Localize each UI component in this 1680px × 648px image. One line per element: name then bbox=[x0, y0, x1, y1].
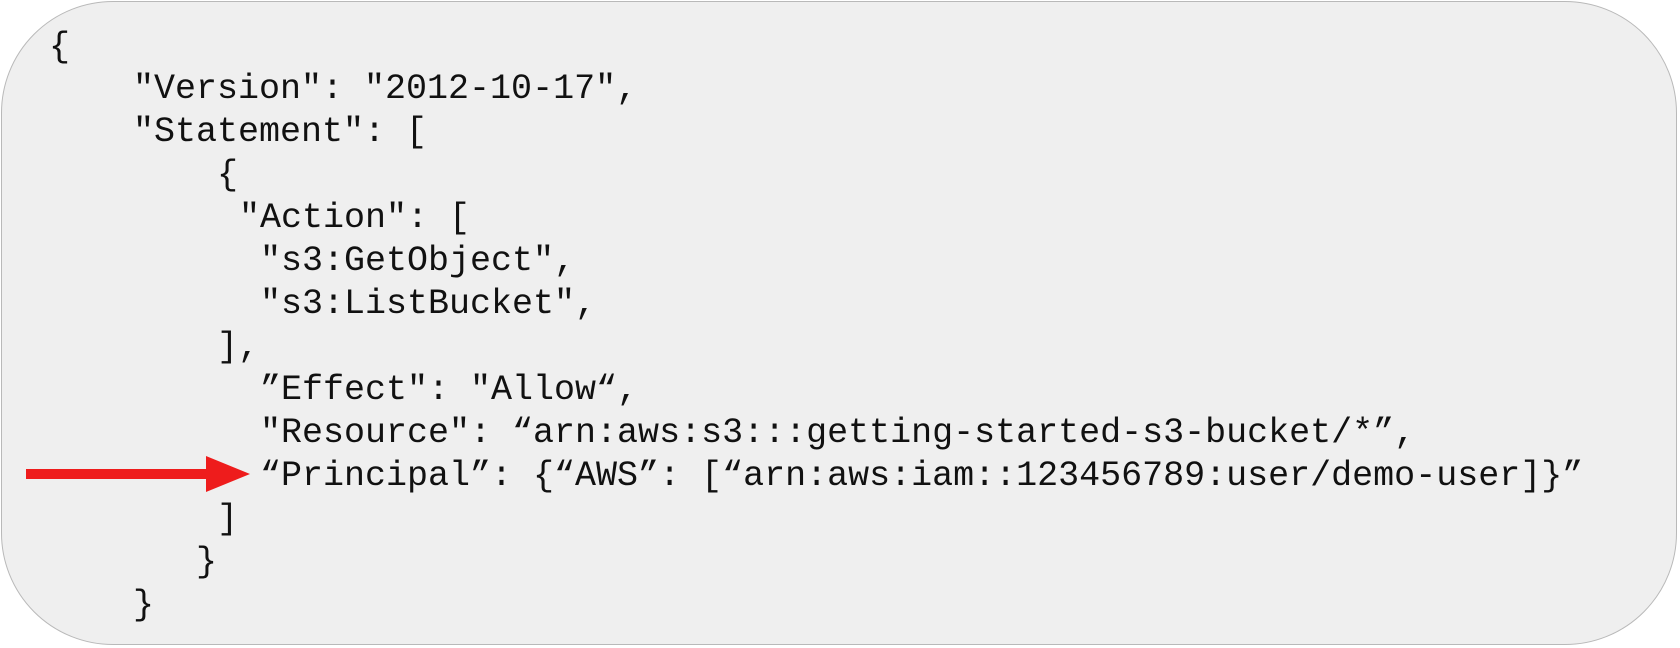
policy-code-panel: { "Version": "2012-10-17", "Statement": … bbox=[1, 1, 1677, 645]
code-line-action-close: ], bbox=[217, 327, 260, 367]
red-arrow-icon bbox=[26, 456, 250, 492]
code-line-open-brace: { bbox=[49, 27, 71, 67]
code-line-action: "Action": [ bbox=[239, 198, 471, 238]
code-line-statement-close: ] bbox=[217, 499, 239, 539]
arrow-shaft bbox=[26, 469, 216, 479]
code-line-action-getobject: "s3:GetObject", bbox=[260, 241, 576, 281]
code-line-effect: ”Effect": "Allow“, bbox=[260, 370, 639, 410]
code-line-close-brace: } bbox=[133, 585, 155, 625]
code-line-statement-open-brace: { bbox=[217, 155, 239, 195]
arrow-head bbox=[206, 456, 250, 492]
code-line-version: "Version": "2012-10-17", bbox=[133, 69, 638, 109]
code-line-principal: “Principal”: {“AWS”: [“arn:aws:iam::1234… bbox=[260, 456, 1584, 496]
code-line-object-close: } bbox=[196, 542, 218, 582]
code-line-statement: "Statement": [ bbox=[133, 112, 428, 152]
code-line-resource: "Resource": “arn:aws:s3:::getting-starte… bbox=[260, 413, 1416, 453]
code-line-action-listbucket: "s3:ListBucket", bbox=[260, 284, 597, 324]
